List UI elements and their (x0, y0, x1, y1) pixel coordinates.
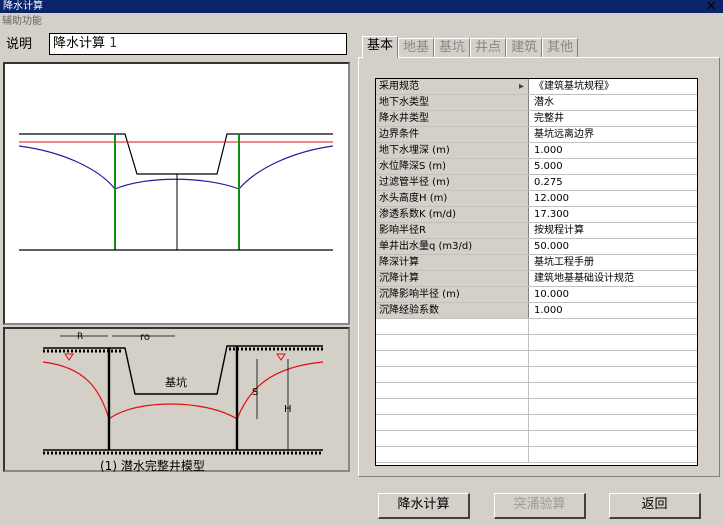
empty-row (376, 447, 697, 463)
property-key: 地下水类型 (376, 95, 529, 110)
property-value[interactable]: 基坑工程手册 (529, 255, 697, 270)
property-value[interactable]: 《建筑基坑规程》 (529, 79, 697, 94)
property-key: 降深计算 (376, 255, 529, 270)
property-row[interactable]: 水头高度H (m) 12.000 (376, 191, 697, 207)
property-value[interactable]: 建筑地基基础设计规范 (529, 271, 697, 286)
window-title: 降水计算 (3, 1, 43, 12)
property-value[interactable]: 按规程计算 (529, 223, 697, 238)
label-pit: 基坑 (165, 375, 187, 389)
property-value[interactable]: 基坑远离边界 (529, 127, 697, 142)
property-value[interactable]: 0.275 (529, 175, 697, 190)
property-key: 沉降经验系数 (376, 303, 529, 318)
empty-row (376, 415, 697, 431)
property-key: 水头高度H (m) (376, 191, 529, 206)
drawdown-curve-section (42, 361, 324, 421)
property-row[interactable]: 影响半径R 按规程计算 (376, 223, 697, 239)
empty-row (376, 383, 697, 399)
property-row[interactable]: 沉降经验系数 1.000 (376, 303, 697, 319)
close-icon[interactable]: × (705, 0, 717, 14)
empty-row (376, 351, 697, 367)
water-marker-left (64, 353, 74, 361)
property-row[interactable]: 渗透系数K (m/d) 17.300 (376, 207, 697, 223)
empty-row (376, 399, 697, 415)
property-value[interactable]: 1.000 (529, 143, 697, 158)
property-row[interactable]: 采用规范 ▸ 《建筑基坑规程》 (376, 79, 697, 95)
property-row[interactable]: 水位降深S (m) 5.000 (376, 159, 697, 175)
model-caption: (1) 潜水完整井模型 (100, 459, 205, 473)
property-value[interactable]: 50.000 (529, 239, 697, 254)
property-row[interactable]: 降水井类型 完整井 (376, 111, 697, 127)
menu-item-aux[interactable]: 辅助功能 (2, 16, 42, 27)
tab-foundation[interactable]: 地基 (398, 38, 435, 58)
property-value[interactable]: 5.000 (529, 159, 697, 174)
property-value[interactable]: 潜水 (529, 95, 697, 110)
model-diagram: R ro 基坑 S H (3, 327, 350, 472)
model-diagram-svg: R ro 基坑 S H (42, 332, 324, 455)
property-key: 单井出水量q (m3/d) (376, 239, 529, 254)
property-key: 沉降计算 (376, 271, 529, 286)
property-value[interactable]: 完整井 (529, 111, 697, 126)
label-s: S (252, 387, 258, 398)
drawdown-profile-svg (18, 133, 334, 251)
empty-row (376, 367, 697, 383)
label-ro: ro (140, 332, 150, 343)
empty-row (376, 431, 697, 447)
title-bar: 降水计算 (0, 0, 723, 13)
description-value: 降水计算 (53, 36, 106, 51)
description-label: 说明 (6, 37, 33, 52)
property-key: 边界条件 (376, 127, 529, 142)
label-h: H (284, 404, 292, 415)
property-row[interactable]: 过滤管半径 (m) 0.275 (376, 175, 697, 191)
property-row[interactable]: 沉降计算 建筑地基基础设计规范 (376, 271, 697, 287)
property-row[interactable]: 单井出水量q (m3/d) 50.000 (376, 239, 697, 255)
property-row[interactable]: 沉降影响半径 (m) 10.000 (376, 287, 697, 303)
property-key: 沉降影响半径 (m) (376, 287, 529, 302)
tab-basic[interactable]: 基本 (362, 36, 399, 58)
tab-wellpoint[interactable]: 井点 (470, 38, 507, 58)
property-row[interactable]: 降深计算 基坑工程手册 (376, 255, 697, 271)
property-key: 过滤管半径 (m) (376, 175, 529, 190)
check-button[interactable]: 突涌验算 (494, 493, 586, 519)
ground-line (19, 133, 333, 175)
empty-row (376, 319, 697, 335)
label-r: R (77, 332, 83, 342)
tab-bar: 基本 地基 基坑 井点 建筑 其他 (362, 36, 579, 58)
property-key: 降水井类型 (376, 111, 529, 126)
property-value[interactable]: 1.000 (529, 303, 697, 318)
property-row[interactable]: 边界条件 基坑远离边界 (376, 127, 697, 143)
property-key: 采用规范 (379, 81, 419, 92)
property-value[interactable]: 17.300 (529, 207, 697, 222)
empty-row (376, 335, 697, 351)
property-key: 渗透系数K (m/d) (376, 207, 529, 222)
chevron-down-icon[interactable]: ▸ (519, 79, 524, 94)
calculate-button[interactable]: 降水计算 (378, 493, 470, 519)
back-button[interactable]: 返回 (609, 493, 701, 519)
tab-pit[interactable]: 基坑 (434, 38, 471, 58)
property-key: 地下水埋深 (m) (376, 143, 529, 158)
property-row[interactable]: 地下水埋深 (m) 1.000 (376, 143, 697, 159)
property-grid: 采用规范 ▸ 《建筑基坑规程》 地下水类型 潜水 降水井类型 完整井 边界条件 基坑远离… (375, 78, 698, 466)
property-value[interactable]: 12.000 (529, 191, 697, 206)
menu-bar: 辅助功能 (0, 13, 723, 31)
property-key: 影响半径R (376, 223, 529, 238)
tab-other[interactable]: 其他 (542, 38, 579, 58)
tab-building[interactable]: 建筑 (506, 38, 543, 58)
water-marker-right (276, 353, 286, 361)
property-key: 水位降深S (m) (376, 159, 529, 174)
property-value[interactable]: 10.000 (529, 287, 697, 302)
drawdown-profile-diagram (3, 62, 350, 325)
property-row[interactable]: 地下水类型 潜水 (376, 95, 697, 111)
description-input[interactable]: 降水计算 1 (49, 33, 347, 55)
drawdown-curve (18, 145, 334, 190)
description-number: 1 (109, 36, 117, 51)
